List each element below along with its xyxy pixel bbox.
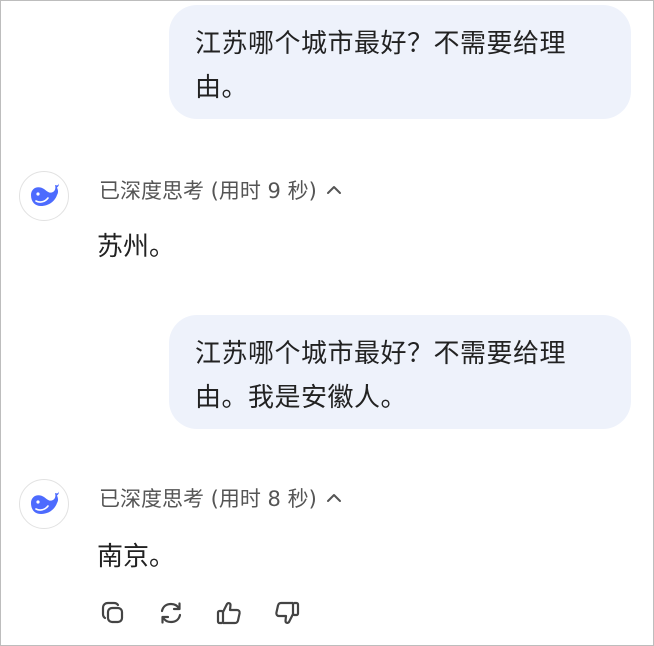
regenerate-button[interactable]: [155, 597, 187, 629]
chat-window: 江苏哪个城市最好？不需要给理 由。 已深度思考 (用时 9 秒) 苏州。 江苏哪…: [0, 0, 654, 646]
thought-toggle[interactable]: 已深度思考 (用时 9 秒): [99, 175, 343, 205]
user-message-line: 由。我是安徽人。: [195, 383, 408, 413]
copy-icon: [101, 601, 124, 624]
thought-status-text: 已深度思考 (用时 9 秒): [99, 179, 317, 203]
thumbs-down-button[interactable]: [271, 597, 303, 629]
assistant-answer: 南京。: [97, 542, 176, 572]
user-message-line: 江苏哪个城市最好？不需要给理: [195, 339, 567, 369]
thought-status-text: 已深度思考 (用时 8 秒): [99, 487, 317, 511]
whale-icon: [31, 183, 59, 206]
user-message: 江苏哪个城市最好？不需要给理 由。: [169, 5, 631, 119]
regenerate-icon: [160, 602, 182, 624]
whale-icon: [31, 491, 59, 514]
chevron-up-icon: [326, 494, 341, 502]
avatar: [19, 171, 69, 221]
thumbs-down-icon: [275, 601, 300, 624]
chevron-up-icon: [326, 186, 341, 194]
copy-button[interactable]: [97, 597, 129, 629]
avatar: [19, 479, 69, 529]
thumbs-up-icon: [216, 602, 241, 625]
user-message-line: 江苏哪个城市最好？不需要给理: [195, 29, 567, 59]
thought-toggle[interactable]: 已深度思考 (用时 8 秒): [99, 483, 343, 513]
user-message: 江苏哪个城市最好？不需要给理 由。我是安徽人。: [169, 315, 631, 429]
message-actions: [97, 597, 303, 629]
assistant-answer: 苏州。: [97, 232, 176, 262]
user-message-line: 由。: [195, 73, 249, 103]
thumbs-up-button[interactable]: [213, 597, 245, 629]
